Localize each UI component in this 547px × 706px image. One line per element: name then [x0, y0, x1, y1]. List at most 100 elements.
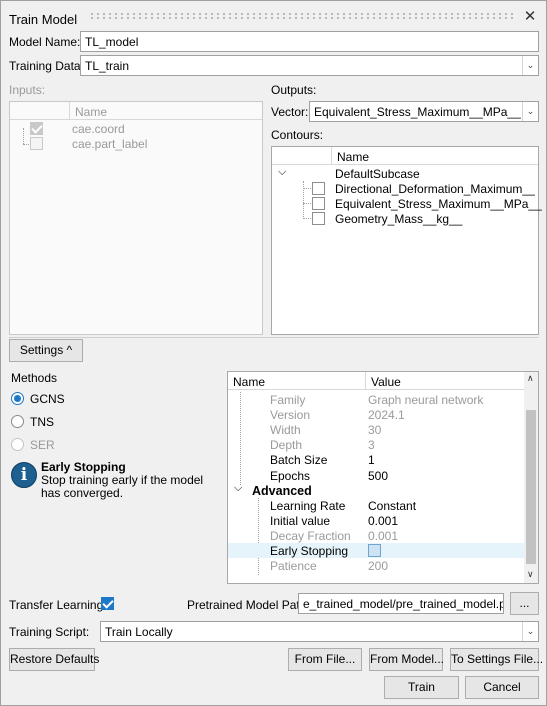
input-item-coord: cae.coord — [72, 122, 125, 136]
model-name-input[interactable]: TL_model — [80, 31, 539, 52]
info-text: Stop training early if the model has con… — [41, 473, 204, 500]
input-checkbox-part-label[interactable] — [30, 137, 43, 150]
prop-row[interactable]: Decay Fraction 0.001 — [228, 528, 524, 543]
prop-name: Depth — [270, 438, 303, 453]
chevron-down-icon[interactable]: ⌵ — [278, 166, 286, 179]
radio-ser[interactable] — [11, 438, 24, 451]
pretrained-label: Pretrained Model Path: — [187, 598, 310, 612]
inputs-label: Inputs: — [9, 83, 46, 97]
vector-label: Vector: — [271, 105, 309, 119]
chevron-down-icon[interactable]: ⌵ — [234, 482, 242, 495]
prop-name: Learning Rate — [270, 498, 346, 513]
cancel-button[interactable]: Cancel — [465, 676, 539, 699]
input-item-part-label: cae.part_label — [72, 137, 148, 151]
prop-row[interactable]: Depth 3 — [228, 437, 524, 452]
prop-row[interactable]: Early Stopping — [228, 543, 524, 558]
vector-select[interactable]: Equivalent_Stress_Maximum__MPa__ ⌄ — [309, 101, 539, 122]
training-data-value: TL_train — [85, 59, 130, 73]
properties-grid[interactable]: Name Value Family Graph neural network Ve… — [227, 371, 539, 584]
prop-value[interactable]: Constant — [368, 499, 416, 513]
chevron-down-icon[interactable]: ⌄ — [522, 102, 538, 121]
advanced-label: Advanced — [252, 483, 312, 498]
vertical-scrollbar[interactable]: ∧ ∨ — [524, 372, 538, 583]
outputs-label: Outputs: — [271, 83, 317, 97]
method-ser-label: SER — [30, 438, 55, 452]
window-title: Train Model — [9, 12, 78, 27]
drag-grip[interactable] — [89, 12, 514, 20]
methods-label: Methods — [11, 371, 58, 385]
training-script-value: Train Locally — [105, 625, 173, 639]
early-stopping-checkbox[interactable] — [368, 544, 381, 557]
settings-toggle-button[interactable]: Settings ^ — [9, 339, 83, 362]
prop-value: Graph neural network — [368, 393, 484, 407]
transfer-learning-checkbox[interactable] — [101, 597, 114, 610]
contour-item-deformation: Directional_Deformation_Maximum__mm_ — [335, 182, 535, 196]
contour-item-stress: Equivalent_Stress_Maximum__MPa__ — [335, 197, 542, 211]
prop-row[interactable]: Family Graph neural network — [228, 392, 524, 407]
contour-item-mass: Geometry_Mass__kg__ — [335, 212, 463, 226]
props-column-name: Name — [228, 372, 366, 390]
contour-group: DefaultSubcase — [335, 167, 420, 181]
radio-tns[interactable] — [11, 415, 24, 428]
prop-name: Family — [270, 393, 306, 407]
from-model-button[interactable]: From Model... — [369, 648, 444, 671]
prop-name: Width — [270, 423, 301, 438]
input-checkbox-coord[interactable] — [30, 122, 43, 135]
scroll-down-icon[interactable]: ∨ — [527, 569, 534, 580]
method-tns-label: TNS — [30, 415, 54, 429]
info-icon: i — [11, 462, 37, 488]
title-bar[interactable]: Train Model ✕ — [1, 1, 546, 31]
close-icon[interactable]: ✕ — [522, 9, 538, 25]
chevron-down-icon[interactable]: ⌄ — [522, 56, 538, 75]
browse-button[interactable]: ... — [510, 592, 539, 615]
scroll-up-icon[interactable]: ∧ — [527, 373, 534, 384]
vector-value: Equivalent_Stress_Maximum__MPa__ — [314, 105, 521, 119]
contours-column-name: Name — [337, 150, 370, 164]
contours-tree[interactable]: Name ⌵ DefaultSubcase Directional_Deform… — [271, 146, 542, 335]
to-settings-file-button[interactable]: To Settings File... — [450, 648, 543, 671]
prop-name: Early Stopping — [270, 544, 349, 558]
model-name-label: Model Name: — [9, 35, 81, 49]
prop-row[interactable]: Epochs 500 — [228, 468, 524, 483]
inputs-column-name: Name — [75, 105, 108, 119]
prop-name: Version — [270, 408, 311, 423]
prop-name: Initial value — [270, 513, 331, 528]
prop-value: 3 — [368, 438, 375, 453]
contours-label: Contours: — [271, 128, 324, 142]
info-title: Early Stopping — [41, 460, 126, 474]
radio-gcns[interactable] — [11, 392, 24, 405]
contour-checkbox-deformation[interactable] — [312, 182, 325, 195]
prop-row[interactable]: Batch Size 1 — [228, 452, 524, 467]
inputs-list[interactable]: Name cae.coord cae.part_label — [9, 101, 263, 335]
prop-row[interactable]: Initial value 0.001 — [228, 513, 524, 528]
prop-name: Patience — [270, 559, 317, 574]
prop-value: 30 — [368, 423, 382, 438]
chevron-down-icon[interactable]: ⌄ — [522, 622, 538, 641]
contour-checkbox-stress[interactable] — [312, 197, 325, 210]
contour-checkbox-mass[interactable] — [312, 212, 325, 225]
training-script-select[interactable]: Train Locally ⌄ — [100, 621, 539, 642]
prop-row[interactable]: Width 30 — [228, 422, 524, 437]
prop-value[interactable]: 500 — [368, 469, 388, 483]
prop-row[interactable]: Learning Rate Constant — [228, 498, 524, 513]
train-button[interactable]: Train — [384, 676, 459, 699]
prop-value[interactable]: 0.001 — [368, 514, 398, 528]
prop-value[interactable]: 1 — [368, 453, 375, 467]
prop-value: 2024.1 — [368, 408, 405, 423]
scrollbar-thumb[interactable] — [526, 410, 536, 564]
method-gcns-label: GCNS — [30, 392, 65, 406]
props-column-value: Value — [371, 375, 401, 389]
training-data-select[interactable]: TL_train ⌄ — [80, 55, 539, 76]
transfer-learning-label: Transfer Learning: — [9, 598, 107, 612]
prop-name: Decay Fraction — [270, 528, 351, 543]
restore-defaults-button[interactable]: Restore Defaults — [9, 648, 99, 671]
train-model-dialog: Train Model ✕ Model Name: TL_model Train… — [0, 0, 547, 706]
pretrained-path-input[interactable]: e_trained_model/pre_trained_model.psmdl — [298, 593, 504, 614]
advanced-group[interactable]: ⌵ Advanced — [228, 482, 524, 498]
training-data-label: Training Data: — [9, 59, 84, 73]
prop-row[interactable]: Patience 200 — [228, 558, 524, 573]
prop-row[interactable]: Version 2024.1 — [228, 407, 524, 422]
prop-name: Batch Size — [270, 453, 328, 468]
prop-value: 0.001 — [368, 528, 399, 543]
from-file-button[interactable]: From File... — [288, 648, 362, 671]
